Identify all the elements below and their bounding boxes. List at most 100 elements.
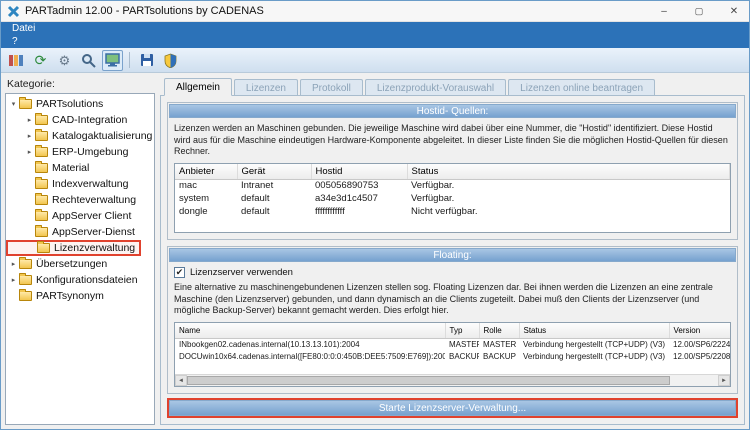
search-icon[interactable] [78, 50, 99, 71]
menu-help[interactable]: ? [10, 36, 20, 47]
table-row[interactable]: DOCUwin10x64.cadenas.internal([FE80:0:0:… [175, 350, 730, 362]
sidebar-item-partsynonym[interactable]: PARTsynonym [6, 288, 104, 304]
folder-icon [35, 145, 48, 157]
horizontal-scrollbar[interactable] [175, 374, 730, 386]
scroll-right-icon[interactable] [718, 375, 730, 386]
column-header[interactable]: Gerät [237, 164, 312, 180]
column-header[interactable]: Version [669, 323, 730, 339]
tab-lizenzen-online-beantragen[interactable]: Lizenzen online beantragen [508, 79, 656, 95]
sidebar: Kategorie: PARTsolutions CAD-Integration… [5, 77, 155, 425]
monitor-icon[interactable] [102, 49, 123, 71]
cell: BACKUP [483, 351, 516, 361]
lizenzserver-table-header: Name Typ Rolle Status Version Hos [175, 323, 730, 339]
chevron-right-icon[interactable] [25, 116, 34, 124]
tab-lizenzen[interactable]: Lizenzen [233, 79, 298, 95]
column-header[interactable]: Hostid [311, 164, 408, 180]
table-row[interactable]: system default a34e3d1c4507 Verfügbar. [175, 192, 730, 205]
tree-label: PARTsynonym [36, 290, 104, 302]
table-row[interactable]: mac Intranet 005056890753 Verfügbar. [175, 179, 730, 192]
folder-icon [19, 273, 32, 285]
lizenzserver-checkbox[interactable] [174, 267, 185, 279]
column-header[interactable]: Rolle [479, 323, 520, 339]
lizenzserver-checkbox-row: Lizenzserver verwenden [168, 263, 737, 279]
sidebar-item-appserver-dienst[interactable]: AppServer-Dienst [6, 224, 135, 240]
tree-label: AppServer Client [52, 210, 132, 222]
sidebar-item-indexverwaltung[interactable]: Indexverwaltung [6, 176, 128, 192]
tree-label: PARTsolutions [36, 98, 104, 110]
column-header[interactable]: Typ [445, 323, 480, 339]
sidebar-item-katalogaktualisierung[interactable]: Katalogaktualisierung [6, 128, 152, 144]
cell: Intranet [241, 180, 274, 192]
column-header[interactable]: Anbieter [175, 164, 238, 180]
tree-label: Katalogaktualisierung [52, 130, 153, 142]
folder-icon [35, 113, 48, 125]
minimize-button[interactable] [649, 1, 679, 21]
close-button[interactable] [719, 1, 749, 21]
sidebar-item-uebersetzungen[interactable]: Übersetzungen [6, 256, 107, 272]
chevron-right-icon[interactable] [25, 148, 34, 156]
folder-icon [19, 289, 32, 301]
start-lizenzserver-verwaltung-button[interactable]: Starte Lizenzserver-Verwaltung... [169, 400, 736, 416]
tab-lizenzprodukt-vorauswahl[interactable]: Lizenzprodukt-Vorauswahl [364, 79, 507, 95]
sidebar-item-appserver-client[interactable]: AppServer Client [6, 208, 131, 224]
catalog-icon[interactable] [6, 50, 27, 71]
gear-icon[interactable]: ⚙ [54, 50, 75, 71]
tab-allgemein[interactable]: Allgemein [164, 78, 232, 96]
cell: default [241, 206, 270, 218]
tree-label: ERP-Umgebung [52, 146, 129, 158]
main-area: Allgemein Lizenzen Protokoll Lizenzprodu… [160, 77, 745, 425]
folder-icon [35, 209, 48, 221]
cell: 005056890753 [315, 180, 379, 192]
cell: BACKUP [449, 351, 479, 361]
sidebar-item-erp-umgebung[interactable]: ERP-Umgebung [6, 144, 128, 160]
sidebar-item-cad-integration[interactable]: CAD-Integration [6, 112, 127, 128]
tree-label: Lizenzverwaltung [54, 242, 136, 254]
folder-icon [19, 257, 32, 269]
column-header[interactable]: Name [175, 323, 446, 339]
scrollbar-thumb[interactable] [187, 376, 670, 385]
cell: Verfügbar. [411, 180, 455, 192]
category-label: Kategorie: [7, 78, 55, 90]
tree-label: Indexverwaltung [52, 178, 129, 190]
tab-label: Lizenzen [245, 82, 286, 94]
sidebar-item-konfigurationsdateien[interactable]: Konfigurationsdateien [6, 272, 138, 288]
chevron-right-icon[interactable] [25, 132, 34, 140]
cell: Verfügbar. [411, 193, 455, 205]
cell: system [179, 193, 210, 205]
tab-label: Lizenzen online beantragen [520, 82, 644, 94]
floating-group-header: Floating: [169, 248, 736, 263]
cell: INbookgen02.cadenas.internal(10.13.13.10… [179, 339, 360, 349]
folder-icon [37, 241, 50, 253]
cell: mac [179, 180, 197, 192]
table-row[interactable]: dongle default ffffffffffff Nicht verfüg… [175, 205, 730, 218]
shield-icon[interactable] [160, 50, 181, 71]
chevron-down-icon[interactable] [9, 100, 18, 108]
menu-datei[interactable]: Datei [10, 23, 37, 34]
table-row[interactable]: INbookgen02.cadenas.internal(10.13.13.10… [175, 338, 730, 350]
chevron-right-icon[interactable] [9, 260, 18, 268]
toolbar: ⟳ ⚙ [1, 48, 749, 73]
lizenzserver-list: Name Typ Rolle Status Version Hos [174, 322, 731, 387]
hostid-description: Lizenzen werden an Maschinen gebunden. D… [174, 123, 728, 157]
column-header[interactable]: Status [519, 323, 670, 339]
column-header[interactable]: Status [407, 164, 730, 180]
sidebar-item-rechteverwaltung[interactable]: Rechteverwaltung [6, 192, 136, 208]
tab-label: Protokoll [311, 82, 351, 94]
scrollbar-track[interactable] [670, 375, 718, 386]
hostid-table-header: Anbieter Gerät Hostid Status [175, 164, 730, 180]
menubar: Datei [1, 22, 749, 35]
folder-icon [35, 225, 48, 237]
tree-label: Konfigurationsdateien [36, 274, 138, 286]
cell: 12.00/SP5/220879 [673, 351, 730, 361]
folder-icon [35, 161, 48, 173]
sidebar-item-partsolutions[interactable]: PARTsolutions [6, 96, 103, 112]
scroll-left-icon[interactable] [175, 375, 187, 386]
sidebar-item-lizenzverwaltung[interactable]: Lizenzverwaltung [6, 240, 142, 256]
chevron-right-icon[interactable] [9, 276, 18, 284]
titlebar: PARTadmin 12.00 - PARTsolutions by CADEN… [1, 1, 749, 22]
tab-protokoll[interactable]: Protokoll [299, 79, 363, 95]
maximize-button[interactable] [684, 1, 714, 21]
sidebar-item-material[interactable]: Material [6, 160, 89, 176]
refresh-icon[interactable]: ⟳ [30, 50, 51, 71]
save-icon[interactable] [136, 50, 157, 71]
